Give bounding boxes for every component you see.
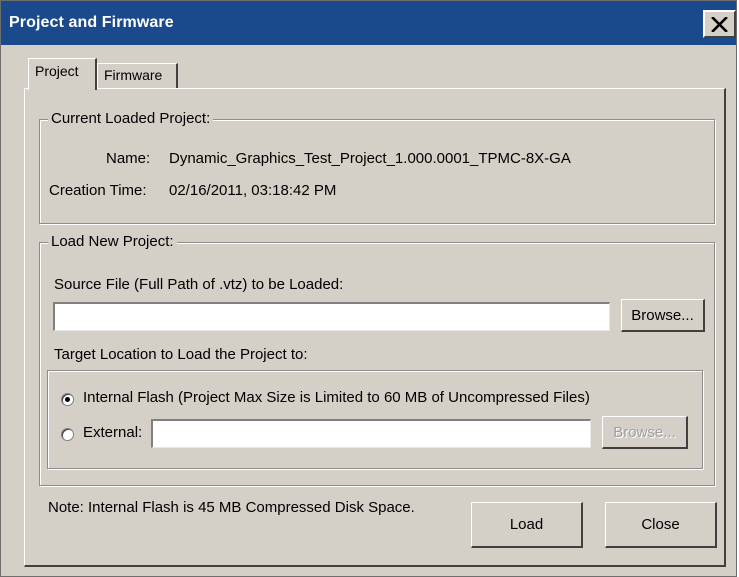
dialog-window: Project and Firmware Project Firmware Cu… [0, 0, 737, 577]
target-location-group: Internal Flash (Project Max Size is Limi… [47, 370, 703, 469]
window-title: Project and Firmware [9, 14, 174, 31]
source-file-label: Source File (Full Path of .vtz) to be Lo… [54, 276, 344, 293]
creation-time-label: Creation Time: [49, 182, 147, 199]
tab-firmware[interactable]: Firmware [97, 63, 178, 89]
radio-selected-dot [65, 397, 70, 402]
creation-time-value: 02/16/2011, 03:18:42 PM [169, 182, 337, 199]
source-file-input[interactable] [53, 302, 610, 331]
target-location-label: Target Location to Load the Project to: [54, 346, 308, 363]
external-label: External: [83, 424, 143, 441]
close-window-button[interactable] [703, 10, 736, 38]
close-button-label: Close [641, 516, 680, 533]
current-project-group: Current Loaded Project: Name: Dynamic_Gr… [39, 110, 715, 224]
title-bar[interactable]: Project and Firmware [1, 1, 736, 45]
browse-external-label: Browse... [613, 423, 676, 441]
flash-size-note: Note: Internal Flash is 45 MB Compressed… [48, 499, 415, 516]
name-label: Name: [106, 150, 151, 167]
browse-external-button[interactable]: Browse... [602, 416, 688, 449]
browse-source-label: Browse... [631, 306, 694, 324]
tab-project[interactable]: Project [28, 58, 97, 90]
tab-firmware-label: Firmware [104, 67, 163, 83]
project-name-value: Dynamic_Graphics_Test_Project_1.000.0001… [169, 150, 571, 167]
close-button[interactable]: Close [605, 502, 717, 548]
close-icon [711, 16, 728, 32]
load-button[interactable]: Load [471, 502, 583, 548]
external-radio[interactable] [61, 428, 74, 441]
external-path-input[interactable] [151, 419, 591, 448]
load-new-project-group: Load New Project: Source File (Full Path… [39, 233, 715, 486]
tab-project-label: Project [35, 63, 79, 79]
current-project-legend: Current Loaded Project: [48, 110, 214, 127]
browse-source-button[interactable]: Browse... [621, 299, 705, 332]
internal-flash-label: Internal Flash (Project Max Size is Limi… [83, 389, 590, 406]
load-new-project-legend: Load New Project: [48, 233, 177, 250]
project-tab-panel: Current Loaded Project: Name: Dynamic_Gr… [24, 88, 726, 567]
internal-flash-radio[interactable] [61, 393, 74, 406]
load-button-label: Load [509, 516, 544, 533]
